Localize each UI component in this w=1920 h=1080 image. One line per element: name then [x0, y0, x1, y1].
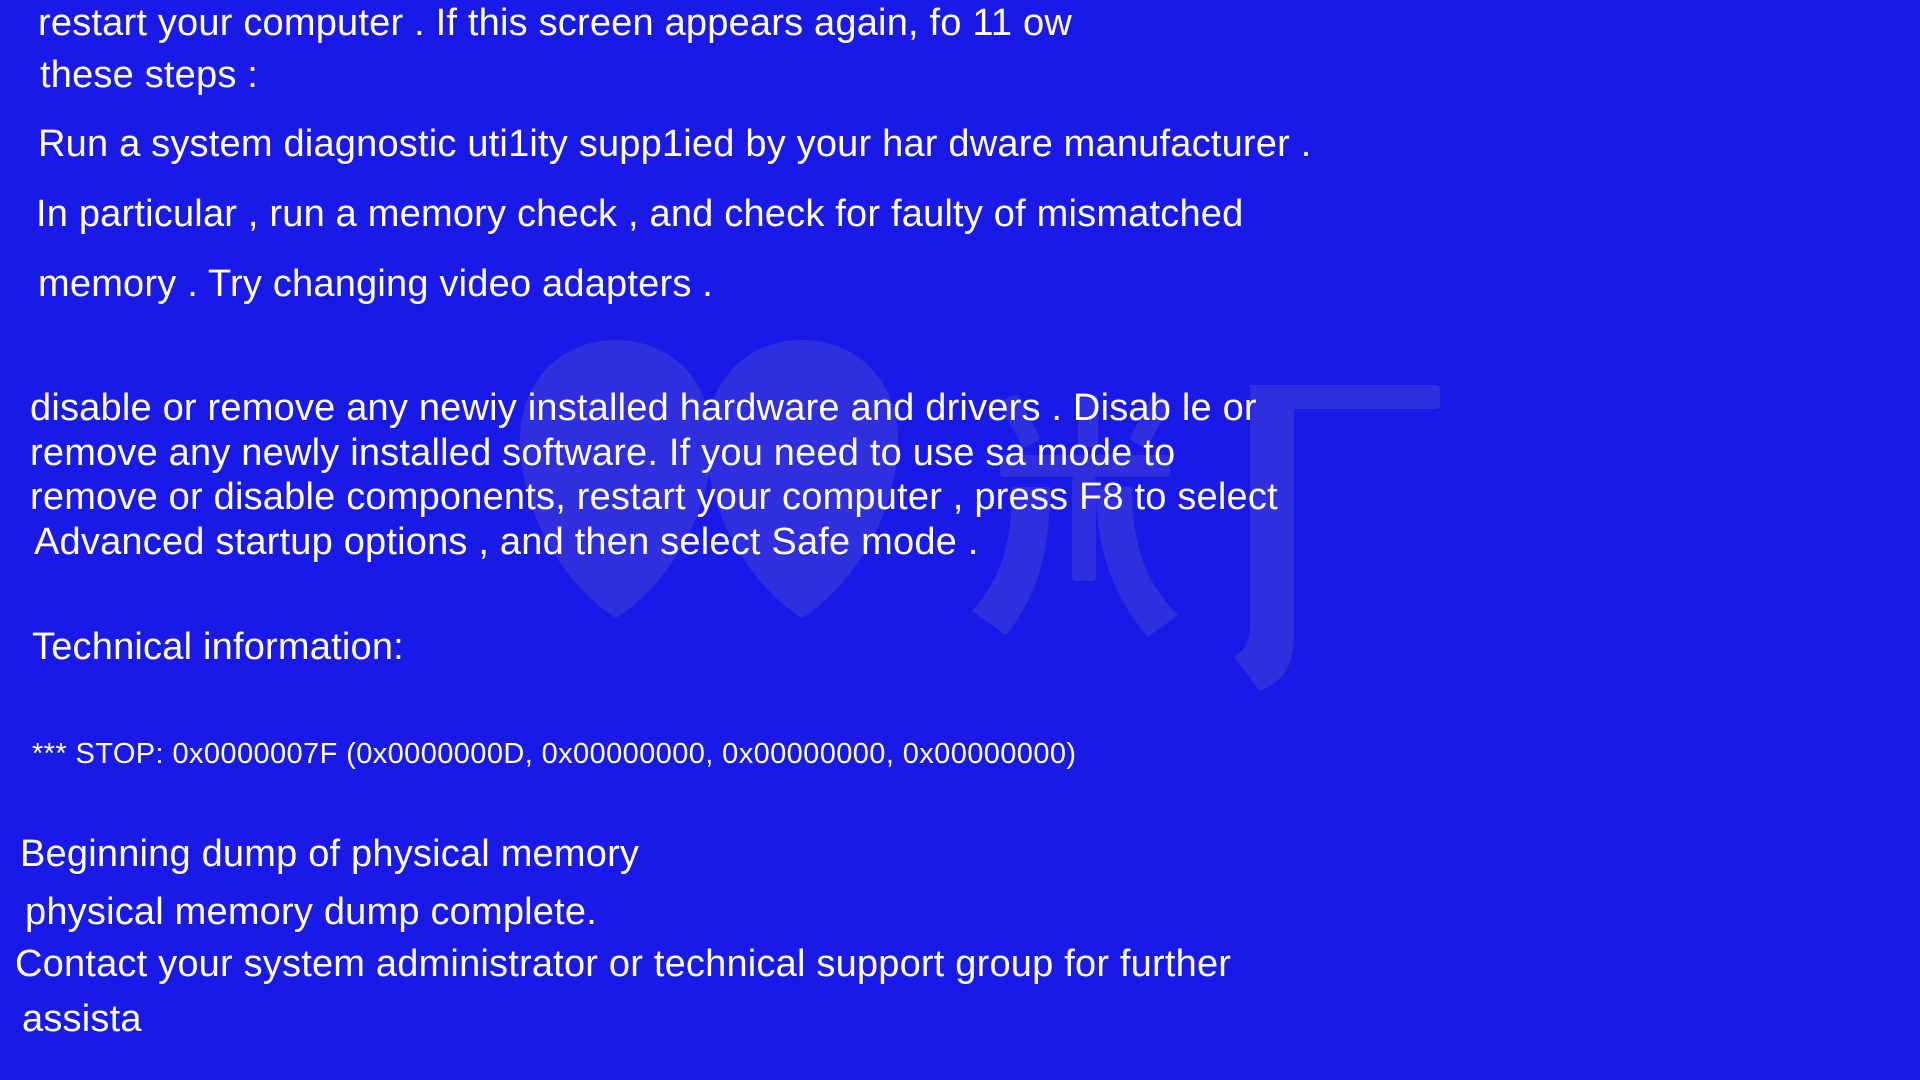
bsod-text-line: In particular , run a memory check , and…	[36, 193, 1244, 235]
bsod-text-line: Beginning dump of physical memory	[20, 833, 640, 875]
bsod-text-line: Run a system diagnostic uti1ity supp1ied…	[38, 123, 1312, 165]
bsod-text-line: physical memory dump complete.	[25, 891, 597, 933]
bsod-message-text: restart your computer . If this screen a…	[0, 0, 1920, 1080]
bsod-text-line: disable or remove any newiy installed ha…	[30, 387, 1257, 429]
bsod-text-line: Contact your system administrator or tec…	[15, 943, 1232, 985]
bsod-text-line: remove any newly installed software. If …	[30, 432, 1176, 474]
bsod-text-line: assista	[22, 998, 142, 1040]
bsod-text-line: Advanced startup options , and then sele…	[34, 521, 979, 563]
bsod-screen: restart your computer . If this screen a…	[0, 0, 1920, 1080]
bsod-text-line: memory . Try changing video adapters .	[38, 263, 714, 305]
bsod-text-line: Technical information:	[32, 626, 404, 668]
bsod-text-line: *** STOP: 0x0000007F (0x0000000D, 0x0000…	[32, 738, 1077, 770]
bsod-text-line: restart your computer . If this screen a…	[38, 2, 1072, 44]
bsod-text-line: remove or disable components, restart yo…	[30, 476, 1278, 518]
bsod-text-line: these steps :	[40, 54, 259, 96]
